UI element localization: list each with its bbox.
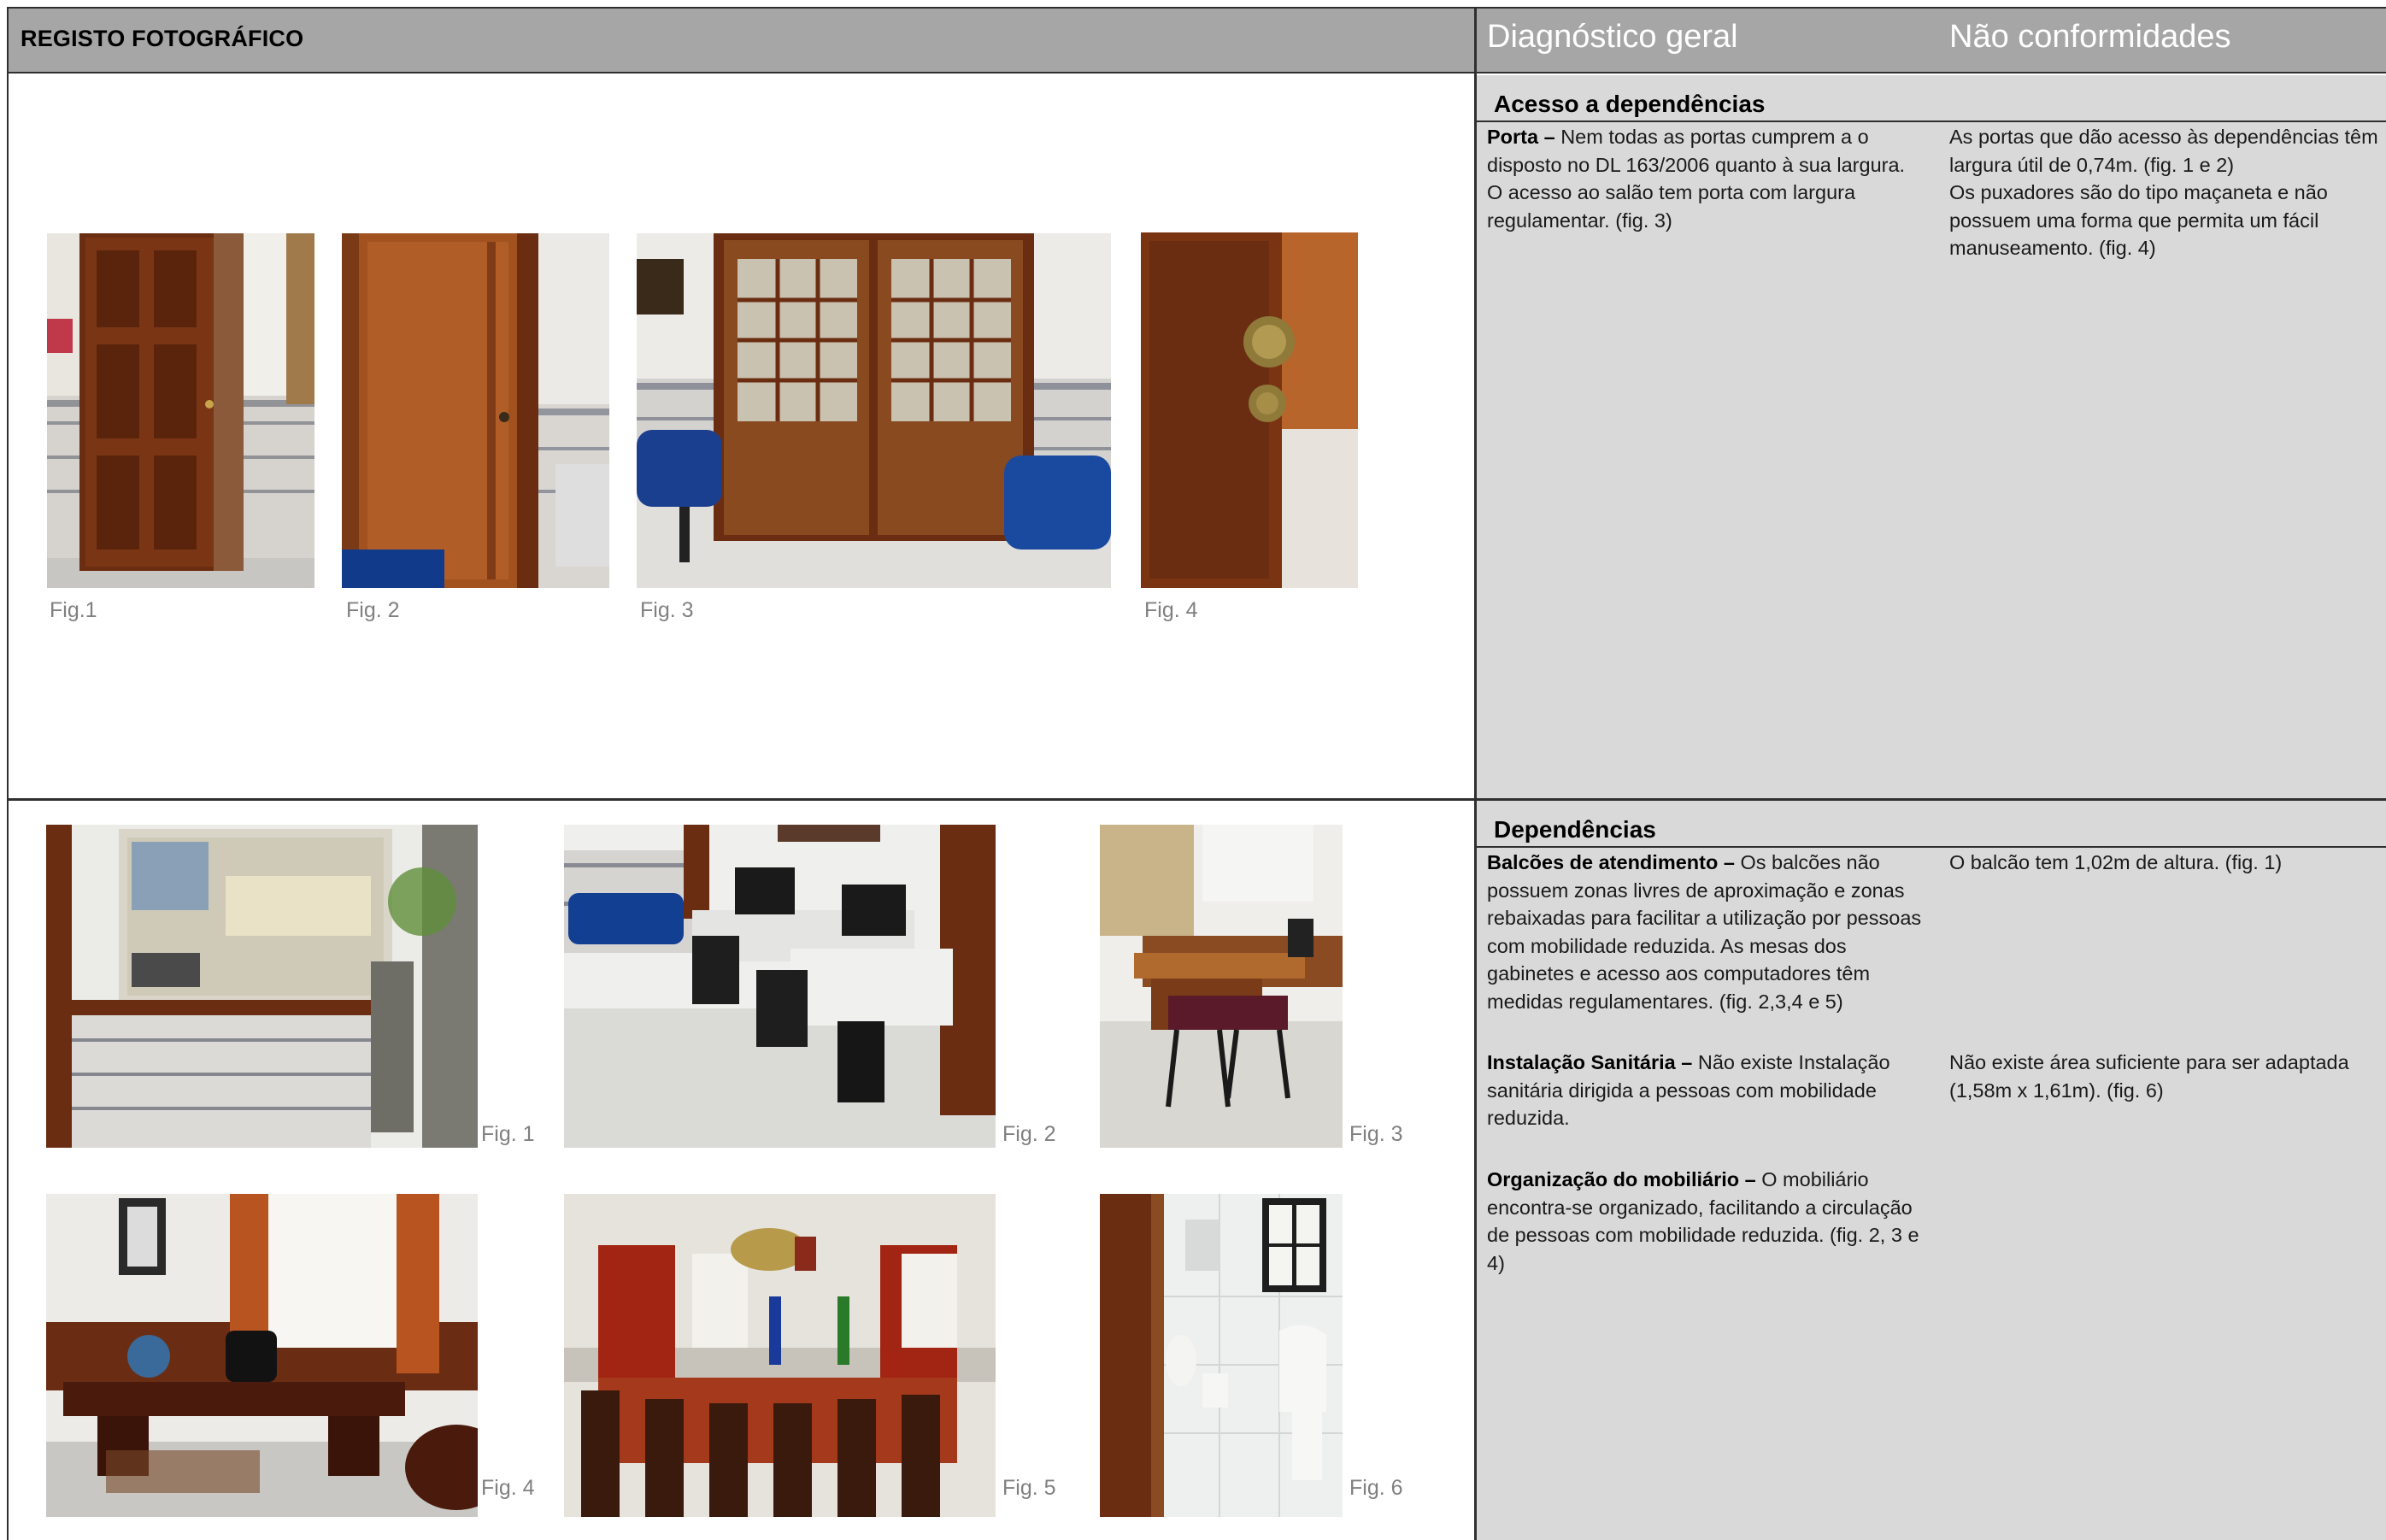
row-divider — [9, 798, 2386, 801]
section1-diagnostico: Porta – Nem todas as portas cumprem a o … — [1487, 123, 1923, 234]
section1-nao-conformidades: As portas que dão acesso às dependências… — [1949, 123, 2385, 262]
column-header-diagnostico: Diagnóstico geral — [1487, 19, 1738, 55]
s2-caption-fig4: Fig. 4 — [481, 1476, 535, 1500]
s2-caption-fig5: Fig. 5 — [1002, 1476, 1056, 1500]
photo-fig3-double-doors — [637, 233, 1111, 588]
photo-s2-fig6-sanitary — [1100, 1194, 1343, 1517]
balcoes-label: Balcões de atendimento – — [1487, 851, 1741, 873]
section2-item-sanitaria: Instalação Sanitária – Não existe Instal… — [1487, 1049, 1923, 1132]
section2-heading: Dependências — [1494, 816, 1656, 843]
photo-s2-fig3-office — [1100, 825, 1343, 1148]
s2-caption-fig6: Fig. 6 — [1349, 1476, 1403, 1500]
column-divider — [1474, 9, 1477, 1540]
s1-caption-fig4: Fig. 4 — [1144, 598, 1198, 622]
photo-s2-fig5-hall — [564, 1194, 996, 1517]
s1-caption-fig1: Fig.1 — [50, 598, 97, 622]
column-header-nao-conformidades: Não conformidades — [1949, 19, 2231, 55]
balcoes-text: Os balcões não possuem zonas livres de a… — [1487, 851, 1922, 1013]
s2-caption-fig1: Fig. 1 — [481, 1122, 535, 1146]
porta-label: Porta – — [1487, 126, 1561, 148]
section2-item-balcoes: Balcões de atendimento – Os balcões não … — [1487, 849, 1927, 1015]
photo-s2-fig2-computers — [564, 825, 996, 1148]
photo-fig1-door — [47, 233, 314, 588]
nc1-line1: As portas que dão acesso às dependências… — [1949, 126, 2378, 176]
sanitaria-label: Instalação Sanitária – — [1487, 1051, 1698, 1073]
section2-item-mobiliario: Organização do mobiliário – O mobiliário… — [1487, 1166, 1923, 1277]
s2-caption-fig3: Fig. 3 — [1349, 1122, 1403, 1146]
section1-heading: Acesso a dependências — [1494, 91, 1766, 117]
photo-s2-fig4-director-office — [46, 1194, 478, 1517]
nc2-sanitaria: Não existe área suficiente para ser adap… — [1949, 1051, 2349, 1102]
mobiliario-label: Organização do mobiliário – — [1487, 1168, 1762, 1190]
photo-fig2-door — [342, 233, 609, 588]
section2-heading-rule — [1477, 846, 2386, 848]
s1-caption-fig2: Fig. 2 — [346, 598, 400, 622]
nc1-line2: Os puxadores são do tipo maçaneta e não … — [1949, 181, 2328, 259]
photo-s2-fig1-counter — [46, 825, 478, 1148]
nc2-balcao: O balcão tem 1,02m de altura. (fig. 1) — [1949, 851, 2283, 873]
s1-caption-fig3: Fig. 3 — [640, 598, 694, 622]
s2-caption-fig2: Fig. 2 — [1002, 1122, 1056, 1146]
photo-fig4-door-knob — [1141, 232, 1358, 588]
section1-heading-rule — [1477, 120, 2386, 122]
page-title: REGISTO FOTOGRÁFICO — [21, 26, 304, 51]
